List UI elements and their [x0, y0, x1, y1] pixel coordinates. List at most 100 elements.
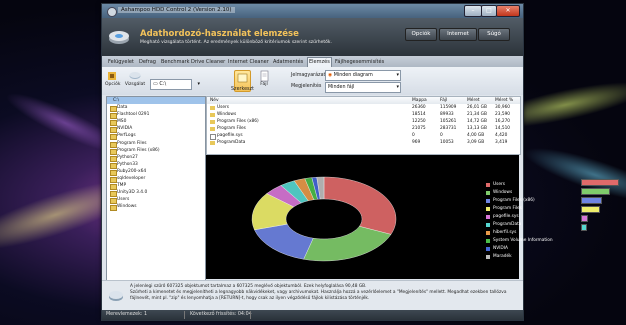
tree-item[interactable]: Python27: [107, 154, 205, 162]
legend-label: Windows: [493, 190, 513, 195]
cell-size: 14,72 GB: [467, 119, 487, 125]
wrench-icon: [108, 72, 116, 80]
files-button[interactable]: Fájl: [257, 70, 271, 87]
minimize-button[interactable]: –: [464, 5, 482, 17]
page-title: Adathordozó-használat elemzése: [140, 29, 299, 39]
tab-file-wiper[interactable]: Fájlhegesemmisítés: [334, 58, 385, 67]
bar-chart: [581, 179, 619, 233]
chevron-down-icon: ▾: [396, 84, 399, 90]
donut-slice[interactable]: [323, 176, 397, 235]
cell-percent: 14,510: [495, 126, 511, 132]
maximize-icon: □: [486, 7, 492, 14]
tree-item[interactable]: Python33: [107, 161, 205, 169]
tree-item[interactable]: NVIDIA: [107, 125, 205, 134]
options-button[interactable]: Opciók: [405, 28, 437, 41]
info-text: A jelenlegi szűrő 607325 objektumot tart…: [130, 284, 507, 301]
cell-size: 3,09 GB: [467, 140, 485, 146]
legend-label: pagefile.sys: [493, 214, 519, 219]
donut-slice[interactable]: [254, 223, 314, 260]
cell-size: 13,13 GB: [467, 126, 487, 132]
table-row[interactable]: ProgramData 969 10053 3,09 GB 3,419: [207, 139, 520, 146]
bar[interactable]: [581, 206, 600, 213]
legend-label: NVIDIA: [493, 246, 508, 251]
hdd-info-icon: [109, 291, 123, 301]
table-row[interactable]: pagefile.sys 0 0 4,00 GB 4,420: [207, 132, 520, 141]
table-row[interactable]: Program Files 21075 283731 13,13 GB 14,510: [207, 125, 520, 132]
tree-item[interactable]: PerfLogs: [107, 132, 205, 141]
bar[interactable]: [581, 197, 602, 204]
legend-item: Program Files (x86): [486, 197, 553, 205]
legend-label: ProgramData: [493, 222, 522, 227]
title-bar[interactable]: Ashampoo HDD Control 2 (Version 2.10) – …: [102, 4, 523, 18]
folder-icon: [110, 205, 117, 212]
tree-item-label: Python27: [117, 154, 138, 160]
bar[interactable]: [581, 188, 611, 195]
bar[interactable]: [581, 179, 619, 186]
status-drives: Merevlemezek: 1: [106, 312, 148, 317]
tab-benchmark[interactable]: Benchmark: [160, 58, 190, 67]
legend-label: Program Files (x86): [493, 198, 535, 203]
donut-slice[interactable]: [303, 226, 392, 262]
legend-item: NVIDIA: [486, 245, 553, 253]
legend-swatch: [486, 255, 490, 259]
maximize-button[interactable]: □: [481, 5, 497, 17]
tree-item[interactable]: Program Files (x86): [107, 147, 205, 155]
cell-folders: 969: [412, 140, 421, 146]
show-select[interactable]: Minden fájl ▾: [325, 82, 401, 93]
folder-tree[interactable]: C:\ Data Flashtool 0291 MS0 NVIDIA PerfLogs P…: [106, 96, 206, 283]
tree-item[interactable]: TMP: [107, 182, 205, 191]
drive-select[interactable]: ▭ C:\ ▾: [150, 79, 200, 90]
tree-item[interactable]: Data: [107, 104, 205, 113]
tab-backup[interactable]: Adatmentés: [272, 58, 304, 67]
folder-icon: [210, 120, 215, 125]
bar[interactable]: [581, 224, 587, 231]
display-label: Jelmagyarázat: [291, 73, 326, 78]
legend-item: hiberfil.sys: [486, 229, 553, 237]
tab-drive-cleaner[interactable]: Drive Cleaner: [190, 58, 226, 67]
scan-button[interactable]: Vizsgálat: [123, 70, 147, 87]
cell-size: 21,34 GB: [467, 112, 487, 118]
bar[interactable]: [581, 215, 589, 222]
cell-name: ProgramData: [217, 140, 246, 146]
folder-icon: [210, 106, 215, 110]
cell-folders: 12250: [412, 119, 426, 125]
tab-monitoring[interactable]: Felügyelet: [107, 58, 135, 67]
tree-item[interactable]: sqldeveloper: [107, 175, 205, 184]
options-tool-button[interactable]: Opciók: [105, 70, 120, 87]
tree-item[interactable]: Windows: [107, 203, 205, 212]
table-row[interactable]: Windows 18514 89933 21,34 GB 23,590: [207, 111, 520, 118]
help-button[interactable]: Súgó: [478, 28, 510, 41]
cell-name: Users: [217, 105, 230, 110]
legend-label: Program Files: [493, 206, 522, 211]
internet-button[interactable]: Internet: [439, 28, 477, 41]
info-panel: A jelenlegi szűrő 607325 objektumot tart…: [102, 280, 523, 311]
status-next-refresh: Következő frissítés: 04:04: [190, 312, 252, 317]
tree-item[interactable]: Flashtool 0291: [107, 111, 205, 120]
chevron-down-icon: ▾: [396, 72, 399, 78]
hdd-icon: [129, 72, 141, 79]
table-row[interactable]: Users 26360 115909 26,01 GB 30,960: [207, 104, 520, 111]
display-select[interactable]: ◉ Minden diagram ▾: [325, 70, 401, 81]
tab-analysis[interactable]: Elemzés: [307, 57, 332, 67]
legend-swatch: [486, 231, 490, 235]
folder-icon: [210, 113, 215, 118]
tab-defrag[interactable]: Defrag: [138, 58, 157, 67]
legend-item: System Volume Information: [486, 237, 553, 245]
tab-internet-cleaner[interactable]: Internet Cleaner: [227, 58, 270, 67]
tree-item-label: Program Files (x86): [117, 147, 160, 153]
tree-item[interactable]: Program Files: [107, 140, 205, 148]
tree-item[interactable]: Ruby200-x64: [107, 168, 205, 176]
tree-item[interactable]: MS0: [107, 118, 205, 127]
tree-item-label: TMP: [117, 183, 127, 189]
cell-folders: 21075: [412, 126, 426, 132]
folder-icon: [210, 141, 215, 146]
file-list[interactable]: Users 26360 115909 26,01 GB 30,960 Windows 185…: [206, 104, 521, 155]
tree-root[interactable]: C:\: [107, 97, 205, 105]
window-title: Ashampoo HDD Control 2 (Version 2.10): [118, 7, 235, 13]
close-button[interactable]: ✕: [496, 5, 520, 17]
edit-label: Szerkeszt: [231, 87, 254, 92]
minimize-icon: –: [471, 7, 475, 14]
table-row[interactable]: Program Files (x86) 12250 105261 14,72 GB 16…: [207, 118, 520, 125]
tree-item[interactable]: Unity3D 3.4.0: [107, 189, 205, 198]
tree-item[interactable]: Users: [107, 196, 205, 205]
